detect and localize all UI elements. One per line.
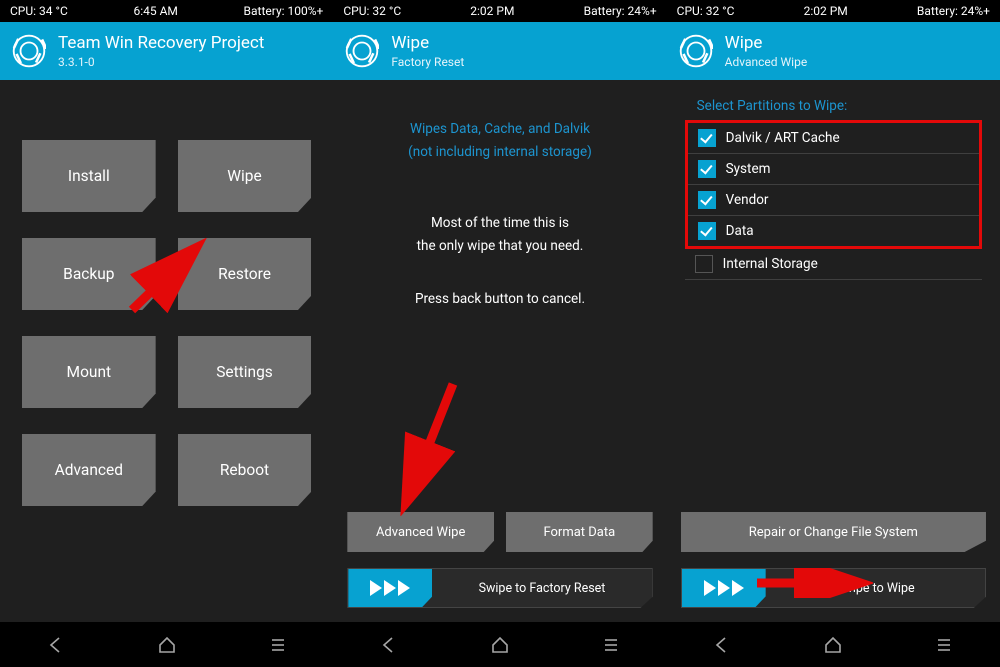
header-title: Wipe (725, 33, 808, 53)
status-bar: CPU: 32 °C 2:02 PM Battery: 24%+ (667, 0, 1000, 22)
screen-factory-reset: CPU: 32 °C 2:02 PM Battery: 24%+ Wipe Fa… (333, 0, 666, 622)
partition-label: Dalvik / ART Cache (726, 130, 840, 146)
app-header: Team Win Recovery Project 3.3.1-0 (0, 22, 333, 80)
twrp-logo-icon (345, 34, 379, 68)
status-cpu: CPU: 32 °C (677, 4, 735, 18)
status-cpu: CPU: 32 °C (343, 4, 401, 18)
swipe-label: Swipe to Wipe (766, 581, 985, 596)
app-header: Wipe Factory Reset (333, 22, 666, 80)
wipe-note-line2: the only wipe that you need. (341, 235, 658, 258)
partition-label: Data (726, 223, 754, 239)
status-battery: Battery: 24%+ (584, 4, 657, 18)
wipe-note-line1: Most of the time this is (341, 212, 658, 235)
nav-menu-icon[interactable] (268, 635, 288, 655)
swipe-to-wipe-slider[interactable]: Swipe to Wipe (681, 568, 986, 608)
status-bar: CPU: 32 °C 2:02 PM Battery: 24%+ (333, 0, 666, 22)
nav-back-icon[interactable] (712, 635, 732, 655)
checkbox-checked-icon (698, 222, 716, 240)
nav-menu-icon[interactable] (601, 635, 621, 655)
status-time: 6:45 AM (133, 4, 177, 18)
nav-home-icon[interactable] (490, 635, 510, 655)
cancel-instruction: Press back button to cancel. (341, 288, 658, 311)
swipe-handle-icon (682, 569, 766, 607)
status-battery: Battery: 100%+ (244, 4, 324, 18)
reboot-button[interactable]: Reboot (178, 434, 312, 506)
header-subtitle: Advanced Wipe (725, 55, 808, 69)
header-title: Wipe (391, 33, 464, 53)
checkbox-checked-icon (698, 191, 716, 209)
partition-system-checkbox[interactable]: System (688, 154, 979, 185)
mount-button[interactable]: Mount (22, 336, 156, 408)
partition-label: System (726, 161, 771, 177)
annotation-highlight-box: Dalvik / ART Cache System Vendor Data (685, 120, 982, 249)
nav-menu-icon[interactable] (934, 635, 954, 655)
advanced-button[interactable]: Advanced (22, 434, 156, 506)
checkbox-unchecked-icon (695, 255, 713, 273)
wipe-button[interactable]: Wipe (178, 140, 312, 212)
wipe-description-line2: (not including internal storage) (341, 141, 658, 164)
partition-label: Internal Storage (723, 256, 818, 272)
repair-change-fs-button[interactable]: Repair or Change File System (681, 512, 986, 552)
header-subtitle: 3.3.1-0 (58, 55, 264, 69)
partition-section-title: Select Partitions to Wipe: (675, 88, 992, 120)
status-bar: CPU: 34 °C 6:45 AM Battery: 100%+ (0, 0, 333, 22)
partition-dalvik-checkbox[interactable]: Dalvik / ART Cache (688, 123, 979, 154)
format-data-button[interactable]: Format Data (506, 512, 653, 552)
twrp-logo-icon (679, 34, 713, 68)
partition-label: Vendor (726, 192, 769, 208)
app-header: Wipe Advanced Wipe (667, 22, 1000, 80)
partition-internal-storage-checkbox[interactable]: Internal Storage (685, 249, 982, 280)
restore-button[interactable]: Restore (178, 238, 312, 310)
nav-home-icon[interactable] (157, 635, 177, 655)
swipe-handle-icon (348, 569, 432, 607)
checkbox-checked-icon (698, 129, 716, 147)
header-subtitle: Factory Reset (391, 55, 464, 69)
wipe-description-line1: Wipes Data, Cache, and Dalvik (341, 118, 658, 141)
status-battery: Battery: 24%+ (917, 4, 990, 18)
nav-back-icon[interactable] (379, 635, 399, 655)
status-time: 2:02 PM (804, 4, 848, 18)
twrp-logo-icon (12, 34, 46, 68)
annotation-arrow-icon (393, 376, 473, 520)
swipe-label: Swipe to Factory Reset (432, 581, 651, 596)
advanced-wipe-button[interactable]: Advanced Wipe (347, 512, 494, 552)
backup-button[interactable]: Backup (22, 238, 156, 310)
partition-vendor-checkbox[interactable]: Vendor (688, 185, 979, 216)
screen-advanced-wipe: CPU: 32 °C 2:02 PM Battery: 24%+ Wipe Ad… (667, 0, 1000, 622)
status-cpu: CPU: 34 °C (10, 4, 68, 18)
screen-main-menu: CPU: 34 °C 6:45 AM Battery: 100%+ Team W… (0, 0, 333, 622)
swipe-factory-reset-slider[interactable]: Swipe to Factory Reset (347, 568, 652, 608)
nav-bar-area (0, 622, 1000, 667)
partition-data-checkbox[interactable]: Data (688, 216, 979, 246)
header-title: Team Win Recovery Project (58, 33, 264, 53)
install-button[interactable]: Install (22, 140, 156, 212)
status-time: 2:02 PM (470, 4, 514, 18)
checkbox-checked-icon (698, 160, 716, 178)
nav-home-icon[interactable] (823, 635, 843, 655)
nav-back-icon[interactable] (46, 635, 66, 655)
settings-button[interactable]: Settings (178, 336, 312, 408)
